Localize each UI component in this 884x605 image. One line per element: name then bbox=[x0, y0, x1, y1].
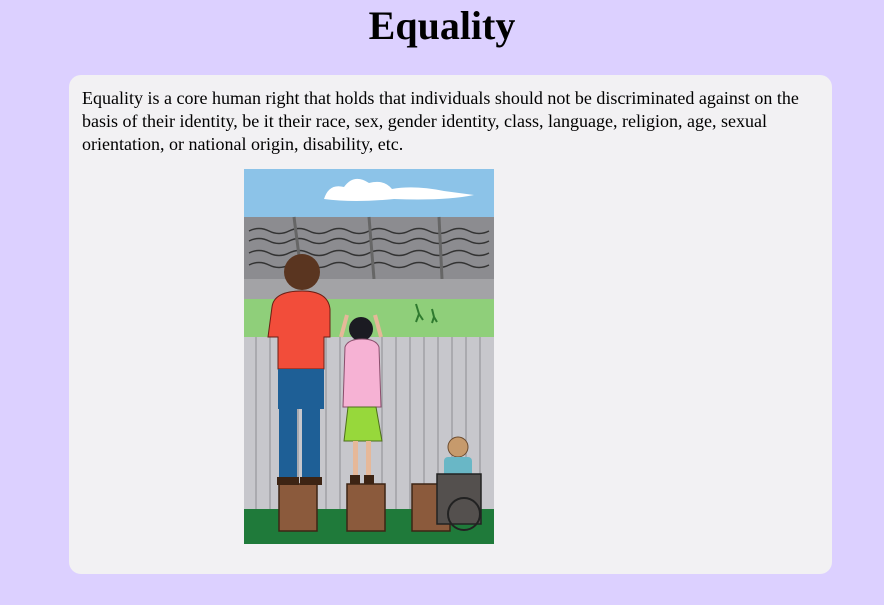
equality-illustration bbox=[244, 169, 494, 544]
description-text: Equality is a core human right that hold… bbox=[82, 88, 799, 154]
content-card: Equality is a core human right that hold… bbox=[69, 75, 832, 574]
page-title: Equality bbox=[368, 3, 516, 48]
